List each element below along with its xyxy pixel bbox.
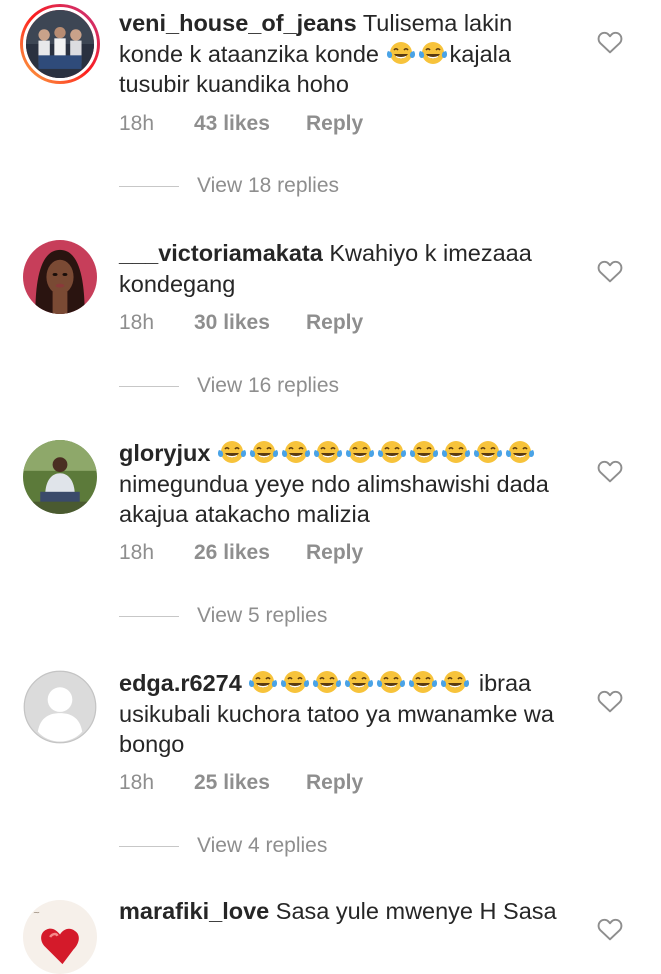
heart-outline-icon[interactable]: [597, 917, 623, 941]
comment-username[interactable]: gloryjux: [119, 440, 210, 466]
avatar[interactable]: [23, 240, 97, 314]
comment-meta: 18h 43 likes Reply: [119, 112, 363, 136]
comment-text: gloryjux nimegundua yeye ndo alimshawish…: [119, 438, 569, 530]
comment-item: edga.r6274 ibraa usikubali kuchora tatoo…: [0, 662, 661, 862]
face-with-tears-of-joy-icon: [313, 439, 343, 465]
comment-meta: 18h 30 likes Reply: [119, 311, 363, 335]
comment-text: marafiki_love Sasa yule mwenye H Sasa: [119, 896, 569, 927]
avatar[interactable]: ~: [23, 900, 97, 974]
comment-username[interactable]: marafiki_love: [119, 898, 269, 924]
heart-outline-icon[interactable]: [597, 30, 623, 54]
comment-text: ___victoriamakata Kwahiyo k imezaaa kond…: [119, 238, 569, 299]
comment-likes[interactable]: 30 likes: [194, 311, 306, 335]
divider-line: [119, 845, 179, 847]
profile-photo-man-icon: [23, 440, 97, 514]
face-with-tears-of-joy-icon: [440, 669, 470, 695]
emoji-run: [217, 440, 537, 466]
view-replies-label: View 5 replies: [197, 604, 328, 627]
face-with-tears-of-joy-icon: [345, 439, 375, 465]
avatar[interactable]: [23, 670, 97, 744]
face-with-tears-of-joy-icon: [386, 40, 416, 66]
comment-item: veni_house_of_jeans Tulisema lakin konde…: [0, 0, 661, 200]
face-with-tears-of-joy-icon: [280, 669, 310, 695]
view-replies-label: View 18 replies: [197, 174, 340, 197]
reply-button[interactable]: Reply: [306, 771, 363, 795]
face-with-tears-of-joy-icon: [409, 439, 439, 465]
heart-outline-icon[interactable]: [597, 459, 623, 483]
comment-body: Sasa yule mwenye H Sasa: [275, 898, 557, 924]
emoji-run: [248, 670, 472, 696]
comment-time: 18h: [119, 771, 155, 794]
svg-text:~: ~: [33, 908, 40, 918]
face-with-tears-of-joy-icon: [473, 439, 503, 465]
comment-time: 18h: [119, 311, 155, 334]
comment-text: edga.r6274 ibraa usikubali kuchora tatoo…: [119, 668, 569, 760]
face-with-tears-of-joy-icon: [281, 439, 311, 465]
divider-line: [119, 385, 179, 387]
comment-item: gloryjux nimegundua yeye ndo alimshawish…: [0, 432, 661, 632]
face-with-tears-of-joy-icon: [217, 439, 247, 465]
comment-time: 18h: [119, 112, 155, 135]
divider-line: [119, 185, 179, 187]
comment-username[interactable]: ___victoriamakata: [119, 240, 323, 266]
face-with-tears-of-joy-icon: [408, 669, 438, 695]
comment-likes[interactable]: 43 likes: [194, 112, 306, 136]
comment-meta: 18h 25 likes Reply: [119, 771, 363, 795]
profile-photo-group-icon: [26, 10, 94, 78]
comment-meta: 18h 26 likes Reply: [119, 541, 363, 565]
heart-outline-icon[interactable]: [597, 689, 623, 713]
comment-username[interactable]: veni_house_of_jeans: [119, 10, 357, 36]
comment-item: ~ marafiki_love Sasa yule mwenye H Sasa: [0, 892, 661, 974]
comment-time: 18h: [119, 541, 155, 564]
avatar[interactable]: [23, 440, 97, 514]
heart-outline-icon[interactable]: [597, 259, 623, 283]
comment-text: veni_house_of_jeans Tulisema lakin konde…: [119, 8, 569, 100]
avatar-photo: [23, 7, 97, 81]
face-with-tears-of-joy-icon: [376, 669, 406, 695]
face-with-tears-of-joy-icon: [418, 40, 448, 66]
view-replies-button[interactable]: View 18 replies: [119, 174, 339, 198]
comment-item: ___victoriamakata Kwahiyo k imezaaa kond…: [0, 232, 661, 402]
face-with-tears-of-joy-icon: [377, 439, 407, 465]
comment-body: nimegundua yeye ndo alimshawishi dada ak…: [119, 470, 549, 528]
reply-button[interactable]: Reply: [306, 541, 363, 565]
divider-line: [119, 615, 179, 617]
comment-username[interactable]: edga.r6274: [119, 670, 242, 696]
reply-button[interactable]: Reply: [306, 112, 363, 136]
face-with-tears-of-joy-icon: [441, 439, 471, 465]
view-replies-button[interactable]: View 5 replies: [119, 604, 327, 628]
face-with-tears-of-joy-icon: [312, 669, 342, 695]
face-with-tears-of-joy-icon: [249, 439, 279, 465]
view-replies-label: View 4 replies: [197, 834, 328, 857]
view-replies-button[interactable]: View 16 replies: [119, 374, 339, 398]
avatar[interactable]: [20, 4, 100, 84]
comment-likes[interactable]: 25 likes: [194, 771, 306, 795]
face-with-tears-of-joy-icon: [344, 669, 374, 695]
comment-likes[interactable]: 26 likes: [194, 541, 306, 565]
view-replies-button[interactable]: View 4 replies: [119, 834, 327, 858]
profile-photo-woman-icon: [23, 240, 97, 314]
face-with-tears-of-joy-icon: [248, 669, 278, 695]
view-replies-label: View 16 replies: [197, 374, 340, 397]
profile-photo-heart-icon: ~: [23, 900, 97, 974]
default-avatar-icon: [23, 670, 97, 744]
reply-button[interactable]: Reply: [306, 311, 363, 335]
face-with-tears-of-joy-icon: [505, 439, 535, 465]
